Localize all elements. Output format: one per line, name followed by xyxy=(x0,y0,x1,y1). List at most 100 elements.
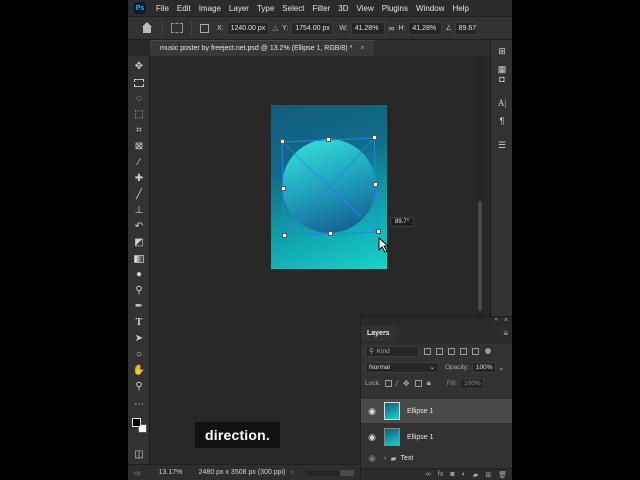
close-icon[interactable]: × xyxy=(360,45,364,52)
relative-position-icon[interactable]: △ xyxy=(273,24,278,32)
filter-adjustment-icon[interactable] xyxy=(436,347,443,355)
width-field[interactable]: 41.28% xyxy=(350,21,385,35)
object-selection-tool-icon[interactable]: ⬚ xyxy=(132,108,146,122)
menu-plugins[interactable]: Plugins xyxy=(378,4,412,13)
visibility-eye-icon[interactable]: ◉ xyxy=(366,406,378,417)
more-tools-icon[interactable]: ⋯ xyxy=(132,398,146,412)
menu-view[interactable]: View xyxy=(353,4,378,13)
brush-tool-icon[interactable]: ╱ xyxy=(132,188,146,202)
rotation-angle-field[interactable]: 89.67 xyxy=(454,21,477,35)
frame-tool-icon[interactable]: ⊠ xyxy=(132,140,146,154)
ellipse-tool-icon[interactable]: ○ xyxy=(132,348,146,362)
document-size[interactable]: 2480 px x 3508 px (300 ppi) xyxy=(199,469,286,476)
blur-tool-icon[interactable]: ● xyxy=(132,268,146,282)
scrollbar-thumb[interactable] xyxy=(478,201,482,311)
layer-name[interactable]: Text xyxy=(401,455,414,462)
add-mask-icon[interactable]: ◙ xyxy=(450,471,454,478)
chevron-right-icon[interactable]: › xyxy=(384,455,386,462)
eyedropper-tool-icon[interactable]: ⁄ xyxy=(132,156,146,170)
lock-position-icon[interactable]: ✥ xyxy=(403,379,410,388)
canvas-vertical-scrollbar[interactable] xyxy=(476,56,484,318)
menu-3d[interactable]: 3D xyxy=(334,4,352,13)
foreground-color-swatch[interactable] xyxy=(132,418,141,427)
lock-artboard-icon[interactable] xyxy=(414,379,422,387)
blend-mode-select[interactable]: Normal ⌄ xyxy=(365,361,439,373)
close-panel-icon[interactable]: × xyxy=(504,317,508,324)
home-icon[interactable] xyxy=(140,21,154,35)
height-field[interactable]: 41.28% xyxy=(408,21,443,35)
zoom-tool-icon[interactable]: ⚲ xyxy=(132,380,146,394)
crop-tool-icon[interactable]: ⌗ xyxy=(132,124,146,138)
transform-handle-right[interactable] xyxy=(373,182,378,187)
menu-image[interactable]: Image xyxy=(195,4,225,13)
delete-layer-icon[interactable]: 🗑︎ xyxy=(498,471,507,479)
eraser-tool-icon[interactable]: ◩ xyxy=(132,236,146,250)
transform-handle-top-left[interactable] xyxy=(280,139,285,144)
transform-handle-bottom[interactable] xyxy=(328,231,333,236)
filter-toggle-icon[interactable] xyxy=(485,348,491,354)
link-layers-icon[interactable]: ∞ xyxy=(426,471,431,478)
horizontal-scrollbar[interactable] xyxy=(305,469,354,476)
menu-filter[interactable]: Filter xyxy=(309,4,335,13)
y-position-field[interactable]: 1754.00 px xyxy=(291,21,334,35)
panel-menu-icon[interactable]: ≡ xyxy=(503,329,508,338)
poster-document[interactable] xyxy=(271,105,387,269)
comments-panel-icon[interactable]: ◘ xyxy=(495,72,509,86)
x-position-field[interactable]: 1240.00 px xyxy=(226,21,269,35)
character-panel-icon[interactable]: A| xyxy=(495,96,509,110)
reference-point-checkbox[interactable] xyxy=(200,23,209,33)
ellipse-shape[interactable] xyxy=(282,139,376,233)
document-tab[interactable]: music poster by freeject.net.psd @ 13.2%… xyxy=(150,40,375,56)
type-tool-icon[interactable]: T xyxy=(132,316,146,330)
history-panel-icon[interactable]: ⊞ xyxy=(495,44,509,58)
adjustment-layer-icon[interactable]: ◐ xyxy=(462,471,466,478)
paragraph-panel-icon[interactable]: ¶ xyxy=(495,114,509,128)
pen-tool-icon[interactable]: ✒ xyxy=(132,300,146,314)
kind-filter-select[interactable]: ⚲ Kind xyxy=(365,345,419,357)
transform-handle-left[interactable] xyxy=(281,186,286,191)
scrollbar-thumb[interactable] xyxy=(339,469,354,476)
transform-handle-bottom-right[interactable] xyxy=(376,229,381,234)
hand-tool-icon[interactable]: ✋ xyxy=(132,364,146,378)
menu-type[interactable]: Type xyxy=(253,4,278,13)
visibility-eye-icon[interactable]: ◉ xyxy=(366,432,378,443)
status-expand-icon[interactable]: › xyxy=(291,469,293,476)
quick-mask-icon[interactable]: ◫ xyxy=(132,448,146,462)
menu-select[interactable]: Select xyxy=(278,4,308,13)
tab-layers[interactable]: Layers xyxy=(361,326,396,342)
link-icon[interactable]: ∞ xyxy=(389,24,395,33)
transform-handle-top[interactable] xyxy=(326,137,331,142)
clone-stamp-tool-icon[interactable]: ⊥ xyxy=(132,204,146,218)
layer-row[interactable]: ◉ Ellipse 1 xyxy=(361,425,512,449)
visibility-eye-icon[interactable]: ◉ xyxy=(366,453,378,464)
reference-point-icon[interactable] xyxy=(171,23,183,33)
layer-name[interactable]: Ellipse 1 xyxy=(407,408,433,415)
gradient-tool-icon[interactable] xyxy=(132,252,146,266)
lock-pixels-icon[interactable]: ⁄ xyxy=(397,379,398,388)
opacity-field[interactable]: 100% xyxy=(471,361,496,373)
foreground-background-color-swatch[interactable] xyxy=(132,418,148,434)
transform-handle-bottom-left[interactable] xyxy=(282,233,287,238)
layer-style-icon[interactable]: fx xyxy=(438,471,443,478)
marquee-tool-icon[interactable] xyxy=(132,76,146,90)
layer-row[interactable]: ◉ Ellipse 1 xyxy=(361,399,512,423)
new-layer-icon[interactable]: ⊞ xyxy=(485,471,491,479)
menu-window[interactable]: Window xyxy=(412,4,448,13)
path-selection-tool-icon[interactable]: ➤ xyxy=(132,332,146,346)
zoom-level[interactable]: 13.17% xyxy=(159,469,193,476)
filter-pixel-icon[interactable] xyxy=(424,347,431,355)
new-group-icon[interactable]: ▰ xyxy=(473,471,478,479)
lasso-tool-icon[interactable]: ◌ xyxy=(132,92,146,106)
menu-layer[interactable]: Layer xyxy=(225,4,253,13)
layer-group-row[interactable]: ◉ › ▰ Text xyxy=(361,451,512,465)
history-brush-tool-icon[interactable]: ↶ xyxy=(132,220,146,234)
adjustments-panel-icon[interactable]: ☰ xyxy=(495,138,509,152)
lock-transparent-icon[interactable] xyxy=(384,379,392,387)
filter-smart-object-icon[interactable] xyxy=(472,347,479,355)
healing-brush-tool-icon[interactable]: ✚ xyxy=(132,172,146,186)
transform-handle-top-right[interactable] xyxy=(372,135,377,140)
menu-edit[interactable]: Edit xyxy=(173,4,195,13)
layer-name[interactable]: Ellipse 1 xyxy=(407,434,433,441)
dodge-tool-icon[interactable]: ⚲ xyxy=(132,284,146,298)
fill-field[interactable]: 100% xyxy=(459,377,484,389)
